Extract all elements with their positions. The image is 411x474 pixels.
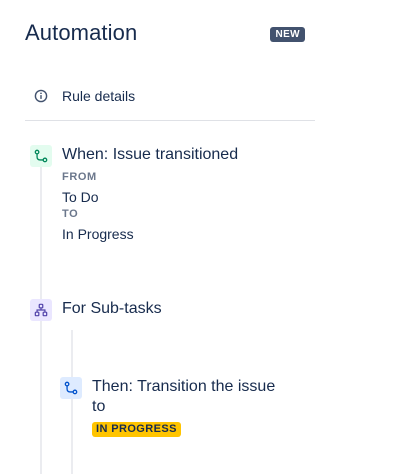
page-title: Automation: [25, 20, 138, 45]
info-icon: [34, 89, 48, 103]
action-step-body: Then: Transition the issue to IN PROGRES…: [92, 377, 275, 437]
from-label: FROM: [62, 171, 97, 183]
action-title-line2: to: [92, 398, 106, 415]
trigger-step[interactable]: When: Issue transitioned FROM To Do TO I…: [30, 145, 238, 243]
trigger-title: When: Issue transitioned: [62, 146, 239, 163]
transition-icon: [60, 377, 82, 399]
status-lozenge: IN PROGRESS: [92, 422, 181, 437]
transition-icon: [30, 145, 52, 167]
branch-step-body: For Sub-tasks: [62, 299, 162, 319]
new-badge: NEW: [270, 27, 305, 42]
automation-header: Automation NEW: [25, 20, 305, 52]
to-value: In Progress: [62, 226, 134, 242]
to-label: TO: [62, 208, 79, 220]
branch-step[interactable]: For Sub-tasks: [30, 299, 162, 321]
branch-title: For Sub-tasks: [62, 300, 162, 317]
trigger-step-body: When: Issue transitioned FROM To Do TO I…: [62, 145, 238, 243]
divider: [25, 120, 315, 121]
action-title-line1: Then: Transition the issue: [92, 378, 276, 395]
rule-details-link[interactable]: Rule details: [34, 86, 135, 106]
action-step[interactable]: Then: Transition the issue to IN PROGRES…: [60, 377, 275, 437]
rule-details-label: Rule details: [62, 88, 136, 104]
from-value: To Do: [62, 189, 99, 205]
hierarchy-icon: [30, 299, 52, 321]
